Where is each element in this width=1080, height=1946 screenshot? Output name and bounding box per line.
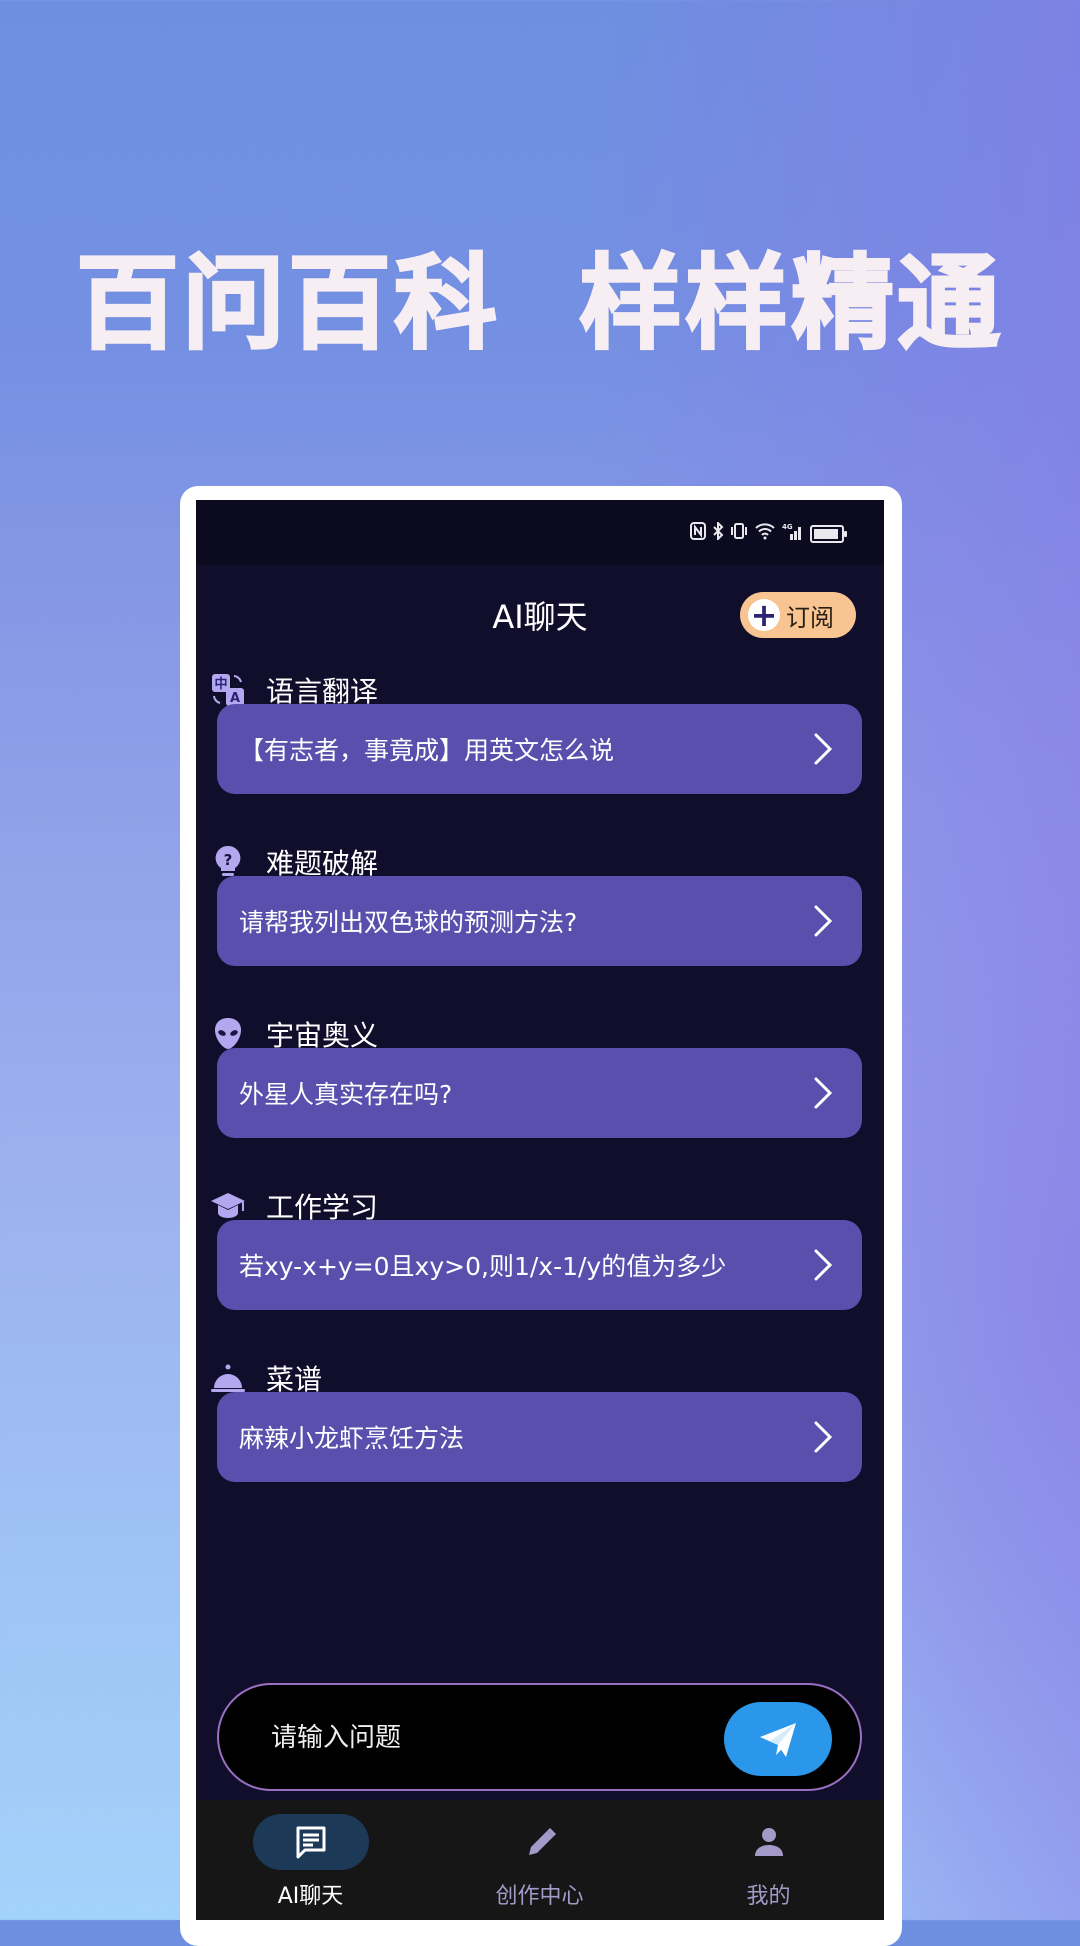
svg-text:4G: 4G — [782, 523, 793, 531]
chevron-right-icon — [814, 733, 833, 765]
svg-text:中: 中 — [214, 676, 227, 692]
prompt-text: 请帮我列出双色球的预测方法? — [239, 908, 578, 937]
bottom-navigation: AI聊天 创作中心 我的 — [196, 1800, 884, 1920]
food-cloche-icon — [210, 1360, 246, 1396]
nav-label: AI聊天 — [277, 1884, 344, 1909]
nav-label: 我的 — [746, 1884, 791, 1909]
person-icon — [754, 1828, 783, 1856]
lightbulb-question-icon: ? — [210, 844, 246, 880]
svg-text:?: ? — [224, 851, 233, 869]
prompt-card[interactable]: 请帮我列出双色球的预测方法? — [217, 876, 862, 966]
chevron-right-icon — [814, 1421, 833, 1453]
vibrate-icon — [730, 522, 748, 545]
pencil-icon — [528, 1828, 556, 1855]
prompt-text: 麻辣小龙虾烹饪方法 — [239, 1424, 465, 1453]
nfc-icon — [690, 522, 706, 545]
graduation-cap-icon — [210, 1188, 246, 1224]
signal-4g-icon: 4G — [782, 522, 804, 545]
alien-icon — [210, 1016, 246, 1052]
chevron-right-icon — [814, 905, 833, 937]
wifi-icon — [754, 522, 776, 545]
nav-creation-center[interactable]: 创作中心 — [425, 1800, 654, 1920]
subscribe-button[interactable]: + 订阅 — [740, 592, 856, 638]
prompt-text: 【有志者，事竟成】用英文怎么说 — [239, 736, 615, 765]
chevron-right-icon — [814, 1077, 833, 1109]
prompt-text: 外星人真实存在吗? — [239, 1080, 453, 1109]
prompt-card[interactable]: 若xy-x+y=0且xy>0,则1/x-1/y的值为多少 — [217, 1220, 862, 1310]
prompt-card[interactable]: 麻辣小龙虾烹饪方法 — [217, 1392, 862, 1482]
chat-icon — [296, 1826, 325, 1859]
subscribe-label: 订阅 — [786, 603, 834, 632]
prompt-text: 若xy-x+y=0且xy>0,则1/x-1/y的值为多少 — [239, 1252, 727, 1281]
app-screen: 4G AI聊天 + 订阅 中 A 语言翻译 【有志者，事竟成】用英文怎么说 ? … — [196, 500, 884, 1920]
prompt-card[interactable]: 外星人真实存在吗? — [217, 1048, 862, 1138]
nav-ai-chat[interactable]: AI聊天 — [196, 1800, 425, 1920]
plus-icon: + — [748, 599, 780, 631]
battery-icon — [810, 524, 847, 543]
nav-label: 创作中心 — [495, 1884, 584, 1909]
nav-profile[interactable]: 我的 — [654, 1800, 883, 1920]
send-button[interactable] — [724, 1702, 832, 1776]
promo-headline: 百问百科 样样精通 — [75, 244, 1004, 366]
status-bar: 4G — [196, 500, 884, 565]
question-input[interactable] — [269, 1715, 713, 1761]
prompt-card[interactable]: 【有志者，事竟成】用英文怎么说 — [217, 704, 862, 794]
translate-icon: 中 A — [210, 672, 246, 708]
paper-plane-icon — [760, 1723, 796, 1757]
chevron-right-icon — [814, 1249, 833, 1281]
bluetooth-icon — [712, 520, 724, 545]
question-input-container — [217, 1683, 862, 1791]
